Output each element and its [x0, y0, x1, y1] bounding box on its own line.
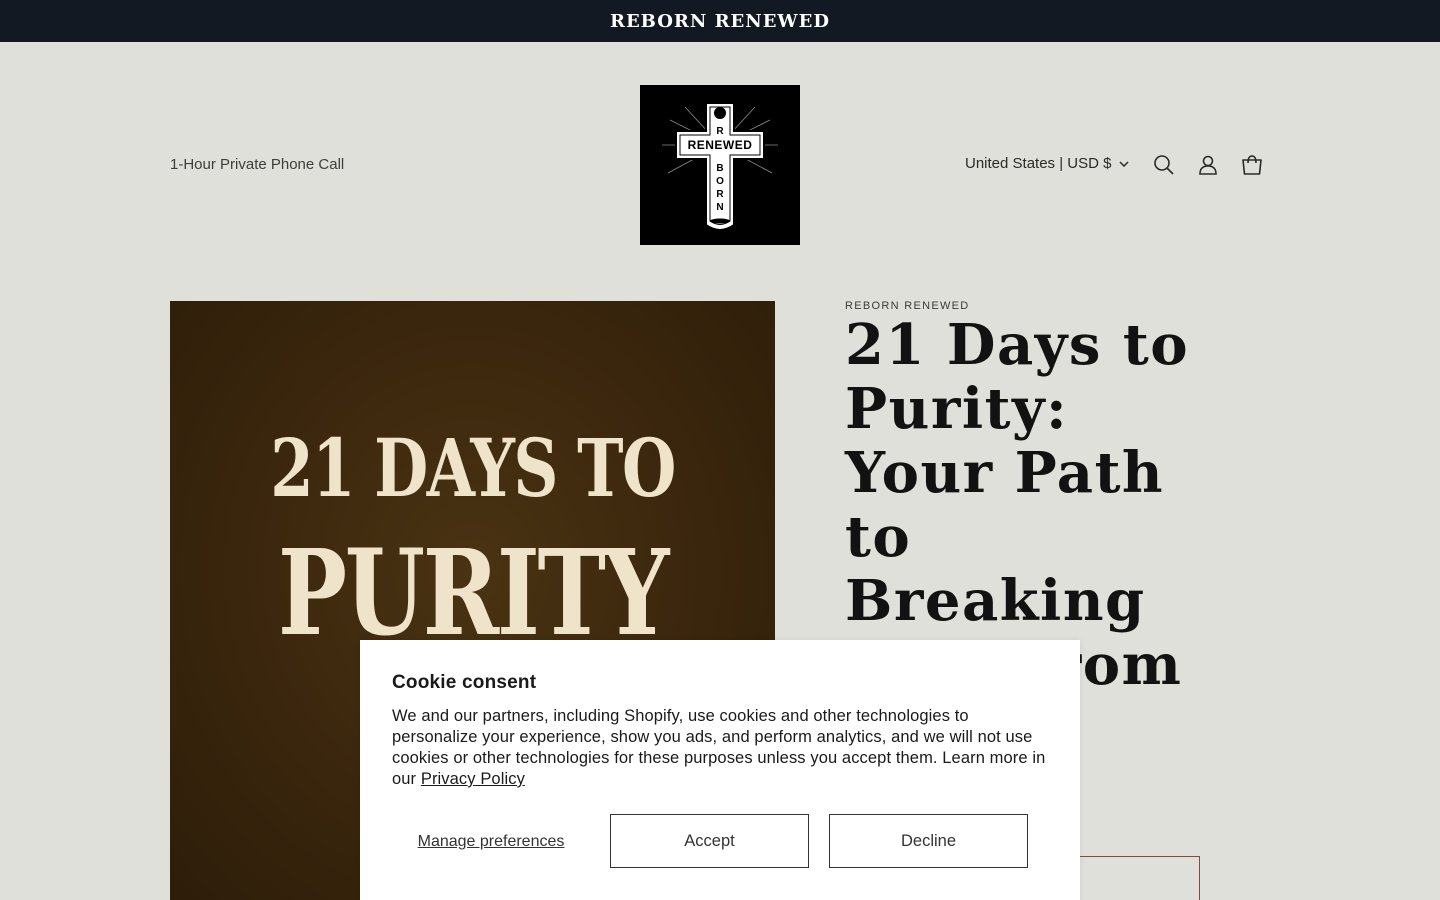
nav-link-phone-call[interactable]: 1-Hour Private Phone Call: [170, 156, 344, 173]
account-icon: [1199, 155, 1217, 175]
search-icon: [1154, 155, 1174, 175]
partially-hidden-button[interactable]: [1070, 856, 1200, 900]
product-vendor: REBORN RENEWED: [845, 300, 970, 312]
product-title-line: Purity:: [845, 376, 1069, 442]
account-button[interactable]: [1195, 152, 1221, 178]
search-button[interactable]: [1151, 152, 1177, 178]
product-title-line: Your Path: [845, 440, 1165, 506]
accept-button[interactable]: Accept: [610, 814, 809, 868]
chevron-down-icon: [1119, 160, 1129, 167]
cookie-title: Cookie consent: [392, 672, 537, 693]
cookie-actions: Manage preferences Accept Decline: [392, 814, 1028, 868]
svg-text:B: B: [716, 163, 723, 174]
announcement-text: REBORN RENEWED: [610, 10, 830, 32]
cover-title-line: 21 DAYS TO: [270, 421, 676, 515]
decline-button[interactable]: Decline: [829, 814, 1028, 868]
svg-text:N: N: [716, 202, 723, 213]
cookie-consent-dialog: Cookie consent We and our partners, incl…: [360, 640, 1080, 900]
product-title-line: to Breaking: [845, 504, 1146, 634]
svg-text:R: R: [716, 189, 724, 200]
site-logo[interactable]: RENEWED R B O R N: [640, 85, 800, 245]
manage-preferences-button[interactable]: Manage preferences: [392, 832, 590, 851]
product-title-line: 21 Days to: [845, 312, 1190, 378]
svg-text:RENEWED: RENEWED: [688, 138, 753, 152]
country-currency-selector[interactable]: United States | USD $: [965, 155, 1129, 172]
cart-icon: [1242, 155, 1262, 175]
svg-text:O: O: [716, 176, 724, 187]
privacy-policy-link[interactable]: Privacy Policy: [421, 770, 525, 788]
cart-button[interactable]: [1239, 152, 1265, 178]
announcement-bar: REBORN RENEWED: [0, 0, 1440, 42]
svg-text:R: R: [716, 126, 724, 137]
country-label: United States | USD $: [965, 155, 1112, 172]
logo-cross-icon: RENEWED R B O R N: [662, 102, 778, 231]
cookie-body: We and our partners, including Shopify, …: [392, 706, 1048, 790]
